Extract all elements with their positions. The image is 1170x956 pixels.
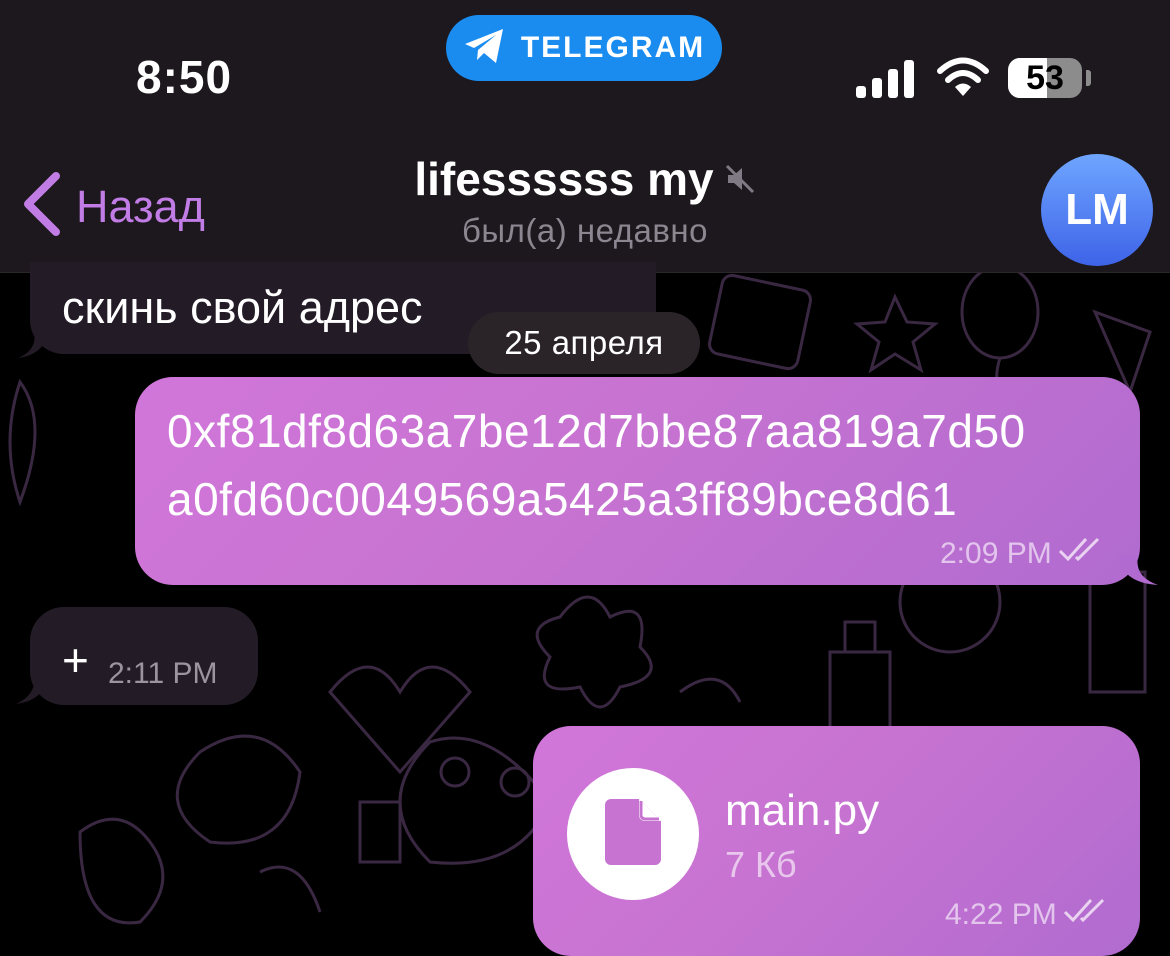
chevron-left-icon [22, 172, 62, 241]
message-line-1: 0xf81df8d63a7be12d7bbe87aa819a7d50 [167, 405, 1026, 457]
double-check-icon [1063, 898, 1109, 932]
status-time: 8:50 [136, 51, 233, 103]
date-separator: 25 апреля [468, 312, 700, 374]
file-download-button[interactable] [567, 768, 699, 900]
message-text: скинь свой адрес [62, 282, 423, 333]
bubble-tail [16, 672, 50, 704]
message-meta: 2:09 PM [940, 537, 1104, 571]
message-time: 2:09 PM [940, 537, 1052, 570]
chat-title: lifessssss my [414, 152, 755, 206]
status-icons: 53 [856, 56, 1096, 100]
battery-tip [1086, 70, 1091, 86]
message-time: 4:22 PM [945, 898, 1057, 931]
battery-indicator: 53 [1008, 58, 1082, 98]
back-label: Назад [76, 180, 205, 232]
double-check-icon [1058, 537, 1104, 571]
message-line-2: a0fd60c0049569a5425a3ff89bce8d61 [167, 473, 958, 525]
file-name: main.py [725, 786, 880, 835]
telegram-pill[interactable]: TELEGRAM [446, 15, 722, 81]
message-meta: 4:22 PM [945, 898, 1109, 932]
avatar[interactable]: LM [1041, 154, 1153, 266]
last-seen-status: был(а) недавно [462, 212, 708, 249]
battery-percent: 53 [1026, 59, 1064, 97]
telegram-plane-icon [463, 26, 507, 71]
message-text: + [62, 634, 89, 686]
incoming-message[interactable]: + 2:11 PM [30, 607, 258, 705]
chat-title-text: lifessssss my [414, 153, 714, 205]
avatar-initials: LM [1065, 185, 1129, 234]
message-time: 2:11 PM [108, 657, 218, 690]
file-size: 7 Кб [725, 844, 797, 885]
chat-title-block[interactable]: lifessssss my был(а) недавно [380, 152, 790, 250]
outgoing-file-message[interactable]: main.py 7 Кб 4:22 PM [533, 726, 1140, 956]
outgoing-message[interactable]: 0xf81df8d63a7be12d7bbe87aa819a7d50 a0fd6… [135, 377, 1140, 585]
back-button[interactable]: Назад [22, 172, 205, 241]
message-meta: 2:11 PM [108, 657, 218, 691]
top-bar: 8:50 TELEGRAM 53 Назад lifessssss my был… [0, 0, 1170, 273]
message-text: 0xf81df8d63a7be12d7bbe87aa819a7d50 a0fd6… [167, 397, 1026, 533]
date-separator-text: 25 апреля [504, 324, 664, 361]
bubble-tail [18, 330, 48, 358]
document-icon [605, 798, 661, 870]
muted-speaker-icon [724, 152, 756, 206]
telegram-pill-label: TELEGRAM [520, 31, 706, 64]
bubble-tail [1118, 555, 1158, 585]
